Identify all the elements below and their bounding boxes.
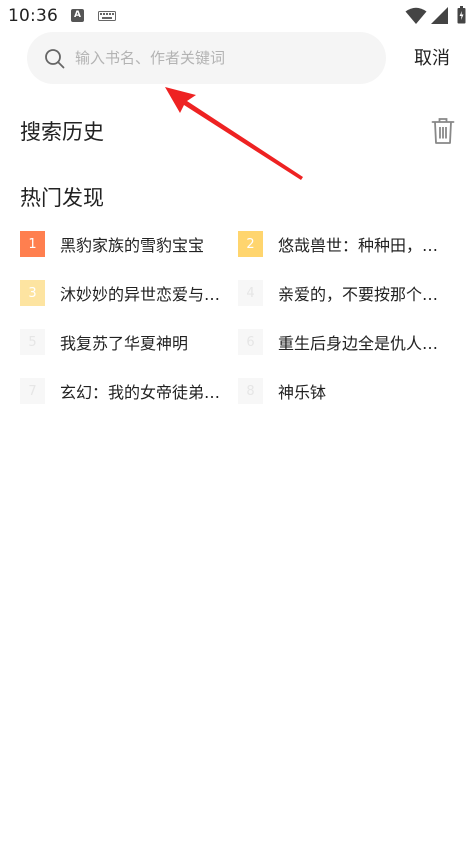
rank-badge: 8 (238, 378, 263, 404)
status-time: 10:36 (8, 6, 58, 26)
hot-item-title: 神乐钵 (278, 383, 327, 402)
rank-badge: 1 (20, 231, 45, 257)
hot-item-title: 黑豹家族的雪豹宝宝 (60, 236, 205, 255)
rank-badge: 4 (238, 280, 263, 306)
search-input[interactable] (75, 32, 365, 84)
hot-list-item[interactable]: 6 重生后身边全是仇人的孩子 (238, 327, 448, 357)
hot-list-item[interactable]: 5 我复苏了华夏神明 (20, 327, 230, 357)
hot-list-item[interactable]: 8 神乐钵 (238, 376, 448, 406)
hot-item-title: 悠哉兽世：种种田，生生崽 (278, 236, 446, 255)
signal-icon (431, 7, 448, 24)
rank-badge: 6 (238, 329, 263, 355)
a-notification-icon: A (71, 9, 84, 22)
hot-list-item[interactable]: 4 亲爱的，不要按那个按钮 (238, 278, 448, 308)
wifi-icon (405, 7, 427, 24)
search-icon (45, 49, 65, 69)
rank-badge: 2 (238, 231, 263, 257)
hot-list-item[interactable]: 3 沐妙妙的异世恋爱与婚约 (20, 278, 230, 308)
hot-discover-title: 热门发现 (20, 186, 104, 210)
rank-badge: 5 (20, 329, 45, 355)
rank-badge: 7 (20, 378, 45, 404)
keyboard-icon (98, 11, 116, 21)
hot-item-title: 亲爱的，不要按那个按钮 (278, 285, 446, 304)
hot-item-title: 我复苏了华夏神明 (60, 334, 189, 353)
search-history-title: 搜索历史 (20, 120, 104, 144)
hot-list-item[interactable]: 7 玄幻：我的女帝徒弟太宠我 (20, 376, 230, 406)
search-box[interactable] (27, 32, 386, 84)
hot-list-item[interactable]: 1 黑豹家族的雪豹宝宝 (20, 229, 230, 259)
rank-badge: 3 (20, 280, 45, 306)
status-bar: 10:36 A (0, 0, 476, 34)
cancel-button[interactable]: 取消 (402, 44, 462, 74)
battery-icon (457, 6, 466, 24)
hot-item-title: 玄幻：我的女帝徒弟太宠我 (60, 383, 230, 402)
hot-item-title: 重生后身边全是仇人的孩子 (278, 334, 446, 353)
trash-icon[interactable] (431, 117, 455, 145)
hot-list-item[interactable]: 2 悠哉兽世：种种田，生生崽 (238, 229, 448, 259)
hot-item-title: 沐妙妙的异世恋爱与婚约 (60, 285, 230, 304)
